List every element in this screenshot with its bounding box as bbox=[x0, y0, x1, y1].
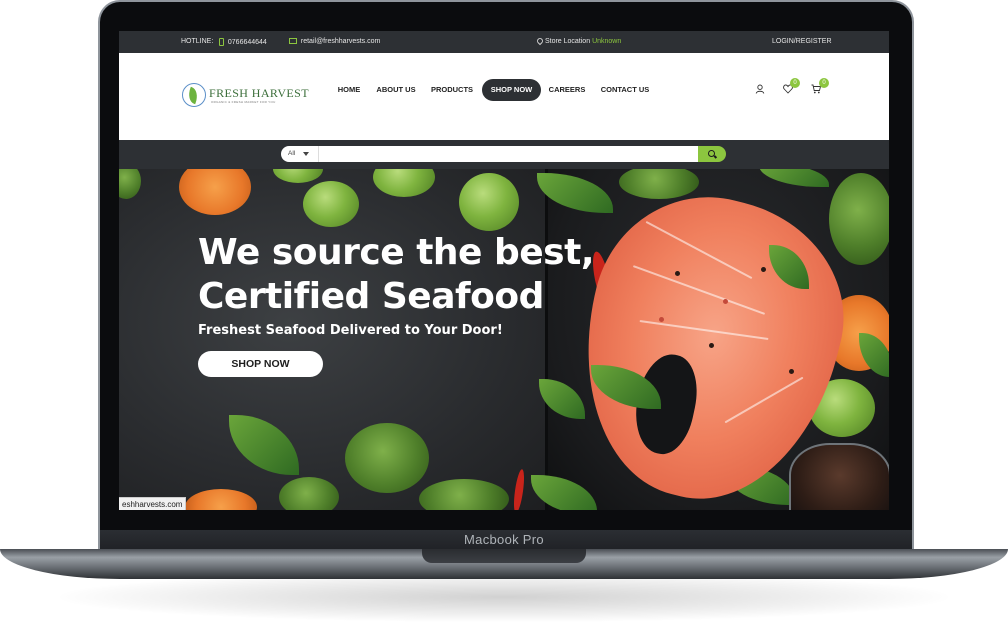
mail-icon bbox=[289, 38, 297, 45]
peppercorn bbox=[675, 271, 680, 276]
search-button[interactable] bbox=[698, 146, 726, 162]
store-location[interactable]: Store Location Unknown bbox=[535, 36, 622, 46]
phone-number: 0766644644 bbox=[227, 38, 267, 46]
laptop-shadow bbox=[60, 572, 948, 622]
store-location-value: Unknown bbox=[592, 38, 622, 45]
search-icon bbox=[708, 150, 715, 157]
peppercorn bbox=[659, 317, 664, 322]
category-select[interactable]: All bbox=[281, 146, 319, 162]
nav-shop-now[interactable]: SHOP NOW bbox=[482, 79, 541, 101]
device-label: Macbook Pro bbox=[464, 532, 544, 547]
search-input[interactable] bbox=[319, 146, 698, 162]
nav-products[interactable]: PRODUCTS bbox=[428, 79, 476, 101]
hotline-label: HOTLINE: bbox=[181, 38, 214, 45]
user-icon[interactable] bbox=[755, 84, 765, 94]
nav-contact-us[interactable]: CONTACT US bbox=[596, 79, 654, 101]
caret-down-icon bbox=[303, 152, 309, 156]
brussels-sprout-image bbox=[303, 181, 359, 227]
hero-banner: We source the best, Certified Seafood Fr… bbox=[119, 169, 889, 510]
nav-home[interactable]: HOME bbox=[333, 79, 365, 101]
phone-icon bbox=[219, 38, 224, 46]
hero-title-line-1: We source the best, bbox=[198, 232, 595, 273]
search-bar: All bbox=[119, 140, 889, 169]
category-select-value: All bbox=[288, 150, 296, 157]
top-bar: HOTLINE: 0766644644 retail@freshharvests… bbox=[119, 31, 889, 53]
status-bar-url: eshharvests.com bbox=[119, 497, 187, 510]
location-pin-icon bbox=[535, 36, 545, 46]
nav-careers[interactable]: CAREERS bbox=[546, 79, 588, 101]
peppercorn bbox=[789, 369, 794, 374]
spice-jar-image bbox=[789, 443, 889, 510]
broccoli-image bbox=[829, 173, 889, 265]
broccoli-image bbox=[279, 477, 339, 510]
store-location-label: Store Location bbox=[544, 38, 591, 45]
hero-subtitle: Freshest Seafood Delivered to Your Door! bbox=[198, 323, 503, 338]
logo-name: FRESH HARVEST bbox=[209, 86, 309, 100]
wishlist-count-badge: 0 bbox=[790, 78, 800, 88]
laptop-notch bbox=[422, 549, 586, 563]
peppercorn bbox=[723, 299, 728, 304]
site-header: FRESH HARVEST ORGANIC & FRESH MARKET FOR… bbox=[119, 53, 889, 140]
browser-screen: HOTLINE: 0766644644 retail@freshharvests… bbox=[119, 31, 889, 510]
peppercorn bbox=[709, 343, 714, 348]
email-link[interactable]: retail@freshharvests.com bbox=[289, 38, 380, 45]
search-box: All bbox=[281, 146, 698, 162]
brussels-sprout-image bbox=[459, 173, 519, 231]
email-address: retail@freshharvests.com bbox=[300, 38, 381, 45]
login-register-link[interactable]: LOGIN/REGISTER bbox=[772, 38, 832, 45]
leaf-logo-icon bbox=[182, 83, 206, 107]
logo-tagline: ORGANIC & FRESH MARKET FOR YOU bbox=[211, 100, 276, 104]
hero-title: We source the best, Certified Seafood bbox=[198, 231, 595, 319]
hero-title-line-2: Certified Seafood bbox=[198, 276, 544, 317]
peppercorn bbox=[761, 267, 766, 272]
hero-shop-now-button[interactable]: SHOP NOW bbox=[198, 351, 323, 377]
broccoli-image bbox=[345, 423, 429, 493]
nav-about-us[interactable]: ABOUT US bbox=[373, 79, 419, 101]
slate-divider bbox=[545, 169, 548, 510]
phone-link[interactable]: 0766644644 bbox=[219, 38, 267, 46]
cart-count-badge: 0 bbox=[819, 78, 829, 88]
